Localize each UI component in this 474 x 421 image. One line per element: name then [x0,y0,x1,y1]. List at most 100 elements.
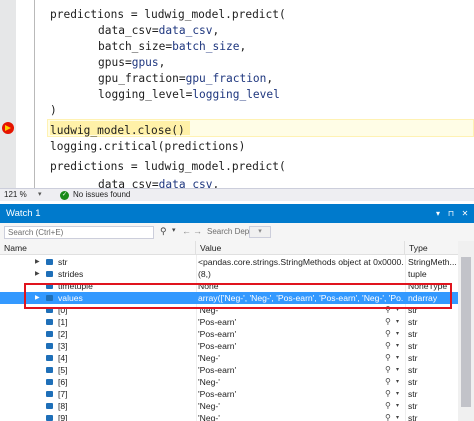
argument-separator: , [212,24,220,37]
watch-row[interactable]: [6] 'Neg-' ⚲ ▾ str [0,376,458,388]
watch-value-cell[interactable]: 'Pos-earn' [198,364,378,376]
code-line[interactable]: data_csv=data_csv, [98,177,219,188]
argument-name: batch_size [98,40,166,53]
field-icon [46,367,53,373]
code-line[interactable]: predictions = ludwig_model.predict( [50,7,286,22]
search-previous-icon[interactable]: ← [182,226,191,236]
code-editor[interactable]: predictions = ludwig_model.predict(data_… [0,0,474,188]
search-input[interactable]: Search (Ctrl+E) [4,226,154,239]
watch-value-cell[interactable]: (8,) [198,268,404,280]
watch-row[interactable]: [4] 'Neg-' ⚲ ▾ str [0,352,458,364]
glyph-margin[interactable] [0,0,16,188]
pin-icon[interactable]: ⊓ [445,204,457,223]
watch-name-cell[interactable]: [7] [58,388,194,400]
watch-row[interactable]: ▶ str <pandas.core.strings.StringMethods o… [0,256,458,268]
visualizer-dropdown-icon[interactable]: ▾ [396,400,399,412]
watch-row[interactable]: [5] 'Pos-earn' ⚲ ▾ str [0,364,458,376]
close-icon[interactable]: ✕ [459,204,471,223]
search-depth-dropdown[interactable]: ▾ [249,226,271,238]
watch-name-cell[interactable]: [3] [58,340,194,352]
text-visualizer-icon[interactable]: ⚲ [385,316,391,328]
argument-value: data_csv [158,24,213,37]
text-visualizer-icon[interactable]: ⚲ [385,412,391,421]
code-line[interactable]: data_csv=data_csv, [98,23,219,38]
watch-name-cell[interactable]: [8] [58,400,194,412]
text-visualizer-icon[interactable]: ⚲ [385,376,391,388]
watch-name-cell[interactable]: str [58,256,194,268]
zoom-dropdown-icon[interactable]: ▾ [38,189,42,201]
watch-row[interactable]: [2] 'Pos-earn' ⚲ ▾ str [0,328,458,340]
visualizer-dropdown-icon[interactable]: ▾ [396,376,399,388]
visualizer-dropdown-icon[interactable]: ▾ [396,364,399,376]
visualizer-dropdown-icon[interactable]: ▾ [396,412,399,421]
text-visualizer-icon[interactable]: ⚲ [385,400,391,412]
breakpoint-current-statement-icon[interactable] [2,122,14,134]
code-line[interactable]: logging_level=logging_level [98,87,280,102]
search-icon[interactable]: ⚲ [160,226,167,237]
text-visualizer-icon[interactable]: ⚲ [385,328,391,340]
search-options-dropdown-icon[interactable]: ▾ [172,226,176,234]
visualizer-dropdown-icon[interactable]: ▾ [396,340,399,352]
watch-value-cell[interactable]: 'Neg-' [198,352,378,364]
text-visualizer-icon[interactable]: ⚲ [385,364,391,376]
watch-value-cell[interactable]: 'Pos-earn' [198,316,378,328]
watch-value-cell[interactable]: 'Pos-earn' [198,340,378,352]
watch-value-cell[interactable]: 'Neg-' [198,412,378,421]
argument-name: gpus [98,56,125,69]
argument-value: batch_size [172,40,240,53]
column-header-name[interactable]: Name [0,241,196,255]
issues-status[interactable]: No issues found [73,189,130,201]
field-icon [46,271,53,277]
text-visualizer-icon[interactable]: ⚲ [385,352,391,364]
field-icon [46,355,53,361]
watch-row[interactable]: [8] 'Neg-' ⚲ ▾ str [0,400,458,412]
watch-value-cell[interactable]: 'Neg-' [198,376,378,388]
watch-value-cell[interactable]: <pandas.core.strings.StringMethods objec… [198,256,404,268]
watch-row[interactable]: [3] 'Pos-earn' ⚲ ▾ str [0,340,458,352]
watch-name-cell[interactable]: [5] [58,364,194,376]
zoom-level[interactable]: 121 % [4,189,27,201]
watch-name-cell[interactable]: [9] [58,412,194,421]
watch-row[interactable]: ▶ strides (8,) tuple [0,268,458,280]
watch-name-cell[interactable]: [2] [58,328,194,340]
code-line[interactable]: batch_size=batch_size, [98,39,246,54]
watch-value-cell[interactable]: 'Pos-earn' [198,328,378,340]
expand-arrow-icon[interactable]: ▶ [35,256,40,268]
field-icon [46,343,53,349]
argument-name: logging_level [98,88,186,101]
code-line[interactable]: gpus=gpus, [98,55,165,70]
watch-row[interactable]: [9] 'Neg-' ⚲ ▾ str [0,412,458,421]
watch-name-cell[interactable]: [1] [58,316,194,328]
watch-name-cell[interactable]: [6] [58,376,194,388]
window-menu-dropdown-icon[interactable]: ▾ [432,204,444,223]
visualizer-dropdown-icon[interactable]: ▾ [396,316,399,328]
argument-separator: , [212,178,220,188]
expand-arrow-icon[interactable]: ▶ [35,268,40,280]
watch-name-cell[interactable]: strides [58,268,194,280]
scrollbar-thumb[interactable] [461,257,471,407]
watch-row[interactable]: [7] 'Pos-earn' ⚲ ▾ str [0,388,458,400]
code-line[interactable]: ) [50,103,57,118]
watch-row[interactable]: [1] 'Pos-earn' ⚲ ▾ str [0,316,458,328]
column-header-type[interactable]: Type [405,241,458,255]
visualizer-dropdown-icon[interactable]: ▾ [396,352,399,364]
text-visualizer-icon[interactable]: ⚲ [385,340,391,352]
watch-title-bar[interactable]: Watch 1 ▾ ⊓ ✕ [0,204,474,223]
no-issues-check-icon: ✓ [60,191,69,200]
text-visualizer-icon[interactable]: ⚲ [385,388,391,400]
watch-name-cell[interactable]: [4] [58,352,194,364]
code-line[interactable]: logging.critical(predictions) [50,139,245,154]
watch-value-cell[interactable]: 'Pos-earn' [198,388,378,400]
vertical-scrollbar[interactable] [458,241,474,421]
search-next-icon[interactable]: → [193,226,202,236]
assignment-operator: = [178,72,186,85]
code-line[interactable]: predictions = ludwig_model.predict( [50,159,286,174]
visualizer-dropdown-icon[interactable]: ▾ [396,388,399,400]
watch-type-cell: str [408,413,418,421]
watch-value-cell[interactable]: 'Neg-' [198,400,378,412]
column-header-value[interactable]: Value [196,241,405,255]
code-line[interactable]: gpu_fraction=gpu_fraction, [98,71,273,86]
visualizer-dropdown-icon[interactable]: ▾ [396,328,399,340]
argument-separator: , [158,56,166,69]
current-statement-line[interactable]: ludwig_model.close() [50,123,185,138]
